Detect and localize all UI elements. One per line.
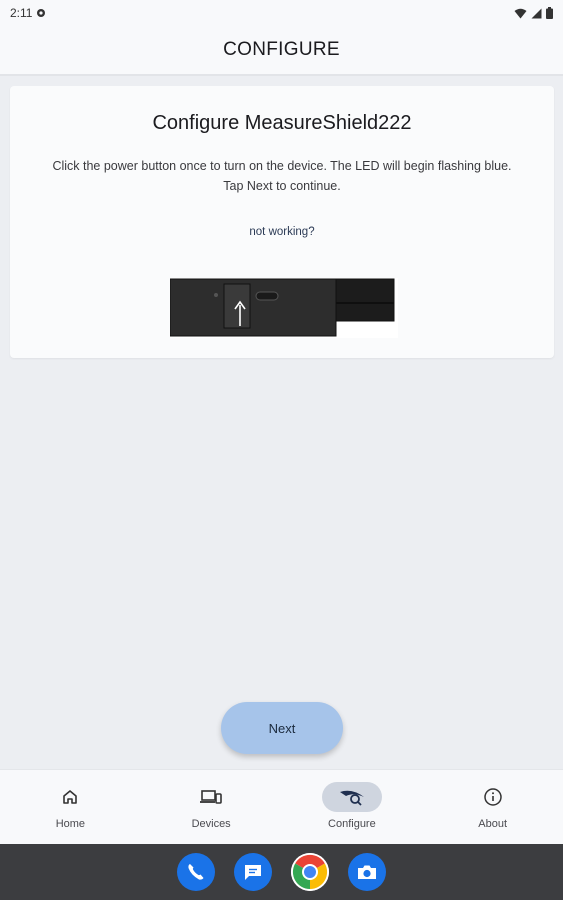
nav-icon-wrap-home: [40, 782, 100, 812]
nav-label-about: About: [478, 818, 507, 830]
nav-item-home[interactable]: Home: [0, 770, 140, 844]
nav-icon-wrap-devices: [181, 782, 241, 812]
page-title: CONFIGURE: [223, 39, 340, 60]
dock-phone-app[interactable]: [177, 853, 215, 891]
dock-messages-app[interactable]: [234, 853, 272, 891]
status-left: 2:11: [10, 6, 46, 20]
chrome-icon: [291, 853, 329, 891]
messages-icon: [245, 865, 261, 880]
next-button[interactable]: Next: [221, 702, 343, 754]
phone-icon: [188, 864, 204, 880]
bottom-nav: Home Devices Configure About: [0, 769, 563, 844]
nav-label-devices: Devices: [191, 818, 231, 830]
instruction-line-2: Tap Next to continue.: [223, 179, 341, 193]
nav-item-devices[interactable]: Devices: [141, 770, 281, 844]
status-right: [514, 7, 553, 19]
wifi-icon: [514, 8, 527, 18]
info-icon: [483, 788, 502, 806]
nav-label-configure: Configure: [328, 818, 376, 830]
dock-camera-app[interactable]: [348, 853, 386, 891]
nav-icon-wrap-configure: [321, 782, 382, 812]
configure-icon: [339, 790, 364, 806]
nav-item-configure[interactable]: Configure: [282, 770, 422, 844]
status-bar: 2:11: [0, 0, 563, 26]
app-bar-divider: [0, 74, 563, 76]
nav-label-home: Home: [55, 818, 86, 830]
status-time: 2:11: [10, 6, 33, 20]
app-bar: CONFIGURE: [0, 26, 563, 74]
not-working-link[interactable]: not working?: [10, 226, 554, 238]
nav-icon-wrap-about: [463, 782, 523, 812]
card-title: Configure MeasureShield222: [152, 112, 412, 134]
system-dock: [0, 844, 563, 900]
devices-icon: [200, 790, 222, 804]
device-illustration: [170, 278, 398, 338]
card-instructions: Click the power button once to turn on t…: [24, 156, 540, 196]
configure-card: Configure MeasureShield222 Click the pow…: [10, 86, 554, 358]
notification-icon: [37, 9, 46, 17]
camera-icon: [358, 865, 376, 879]
battery-icon: [546, 7, 553, 19]
nav-item-about[interactable]: About: [423, 770, 563, 844]
instruction-line-1: Click the power button once to turn on t…: [52, 159, 512, 173]
next-button-label: Next: [268, 720, 296, 736]
home-icon: [63, 790, 78, 804]
dock-chrome-app[interactable]: [291, 853, 329, 891]
signal-icon: [531, 8, 542, 18]
